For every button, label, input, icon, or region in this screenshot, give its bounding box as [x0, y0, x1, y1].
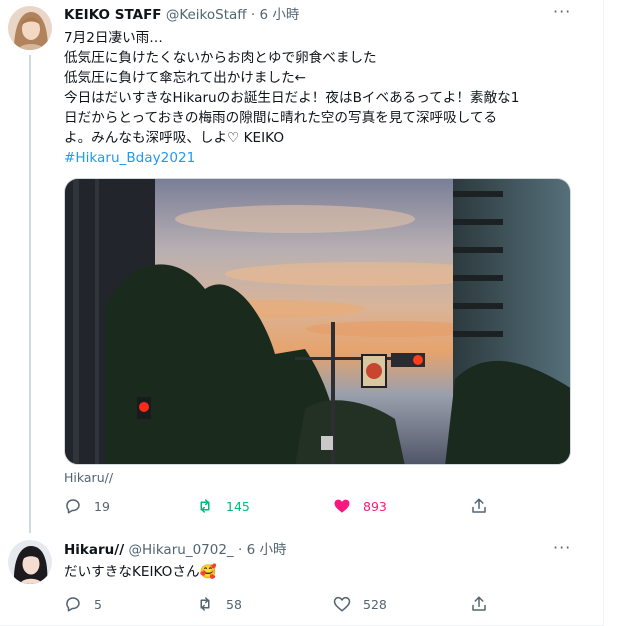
reply-header-separator: ·: [237, 542, 243, 558]
share-icon: [472, 596, 486, 611]
tweet-text: 7月2日凄い雨… 低気圧に負けたくないからお肉とゆで卵食べました 低気圧に負けて…: [64, 28, 584, 168]
share-icon: [472, 498, 486, 513]
reply-author-handle[interactable]: @Hikaru_0702_: [128, 542, 233, 558]
retweet-count: 145: [226, 498, 250, 514]
like-count: 528: [363, 596, 387, 612]
tweet-text-line: 7月2日凄い雨…: [64, 30, 163, 46]
reply-author-name[interactable]: Hikaru//: [64, 542, 124, 558]
reply-icon: [66, 499, 80, 514]
reply-button[interactable]: 19: [64, 497, 110, 515]
tweet-text-line: よ。みんなも深呼吸、しよ♡ KEIKO: [64, 130, 285, 146]
reply-count: 5: [94, 596, 102, 612]
retweet-count: 58: [226, 596, 242, 612]
reply-time[interactable]: 6 小時: [247, 542, 287, 558]
tweet-time[interactable]: 6 小時: [259, 7, 299, 23]
like-button[interactable]: 893: [333, 497, 387, 515]
share-button[interactable]: [470, 595, 500, 613]
reply-header: Hikaru// @Hikaru_0702_ · 6 小時: [64, 541, 286, 559]
more-horizontal-icon[interactable]: ···: [553, 538, 571, 557]
more-horizontal-icon[interactable]: ···: [553, 2, 571, 21]
share-button[interactable]: [470, 497, 500, 515]
keiko-avatar[interactable]: [8, 6, 52, 50]
retweet-button[interactable]: 58: [196, 595, 242, 613]
header-separator: ·: [250, 7, 256, 23]
tweet-photo[interactable]: [64, 178, 571, 465]
timeline-column: KEIKO STAFF @KeikoStaff · 6 小時 ··· 7月2日凄…: [0, 0, 604, 626]
hikaru-avatar[interactable]: [8, 540, 52, 584]
author-name[interactable]: KEIKO STAFF: [64, 7, 162, 23]
reply-icon: [66, 597, 80, 612]
tweet-header: KEIKO STAFF @KeikoStaff · 6 小時: [64, 6, 299, 24]
photo-caption[interactable]: Hikaru//: [64, 470, 113, 485]
retweet-icon: [200, 499, 210, 513]
retweet-icon: [200, 597, 210, 611]
heart-icon: [334, 499, 350, 513]
like-count: 893: [363, 498, 387, 514]
tweet-text-line: 低気圧に負けて傘忘れて出かけました←: [64, 70, 307, 86]
retweet-button[interactable]: 145: [196, 497, 250, 515]
heart-icon: [333, 596, 351, 612]
tweet-text-line: 日だからとっておきの梅雨の隙間に晴れた空の写真を見て深呼吸してる: [64, 110, 498, 126]
tweet-text-line: 低気圧に負けたくないからお肉とゆで卵食べました: [64, 50, 377, 66]
reply-button[interactable]: 5: [64, 595, 102, 613]
thread-connector-line: [29, 55, 31, 533]
tweet-text-line: 今日はだいすきなHikaruのお誕生日だよ！夜はBイベあるってよ！素敵な1: [64, 90, 520, 106]
reply-text: だいすきなKEIKOさん🥰: [64, 564, 217, 580]
reply-count: 19: [94, 498, 110, 514]
hashtag-link[interactable]: #Hikaru_Bday2021: [64, 148, 584, 168]
author-handle[interactable]: @KeikoStaff: [166, 7, 247, 23]
like-button[interactable]: 528: [333, 595, 387, 613]
